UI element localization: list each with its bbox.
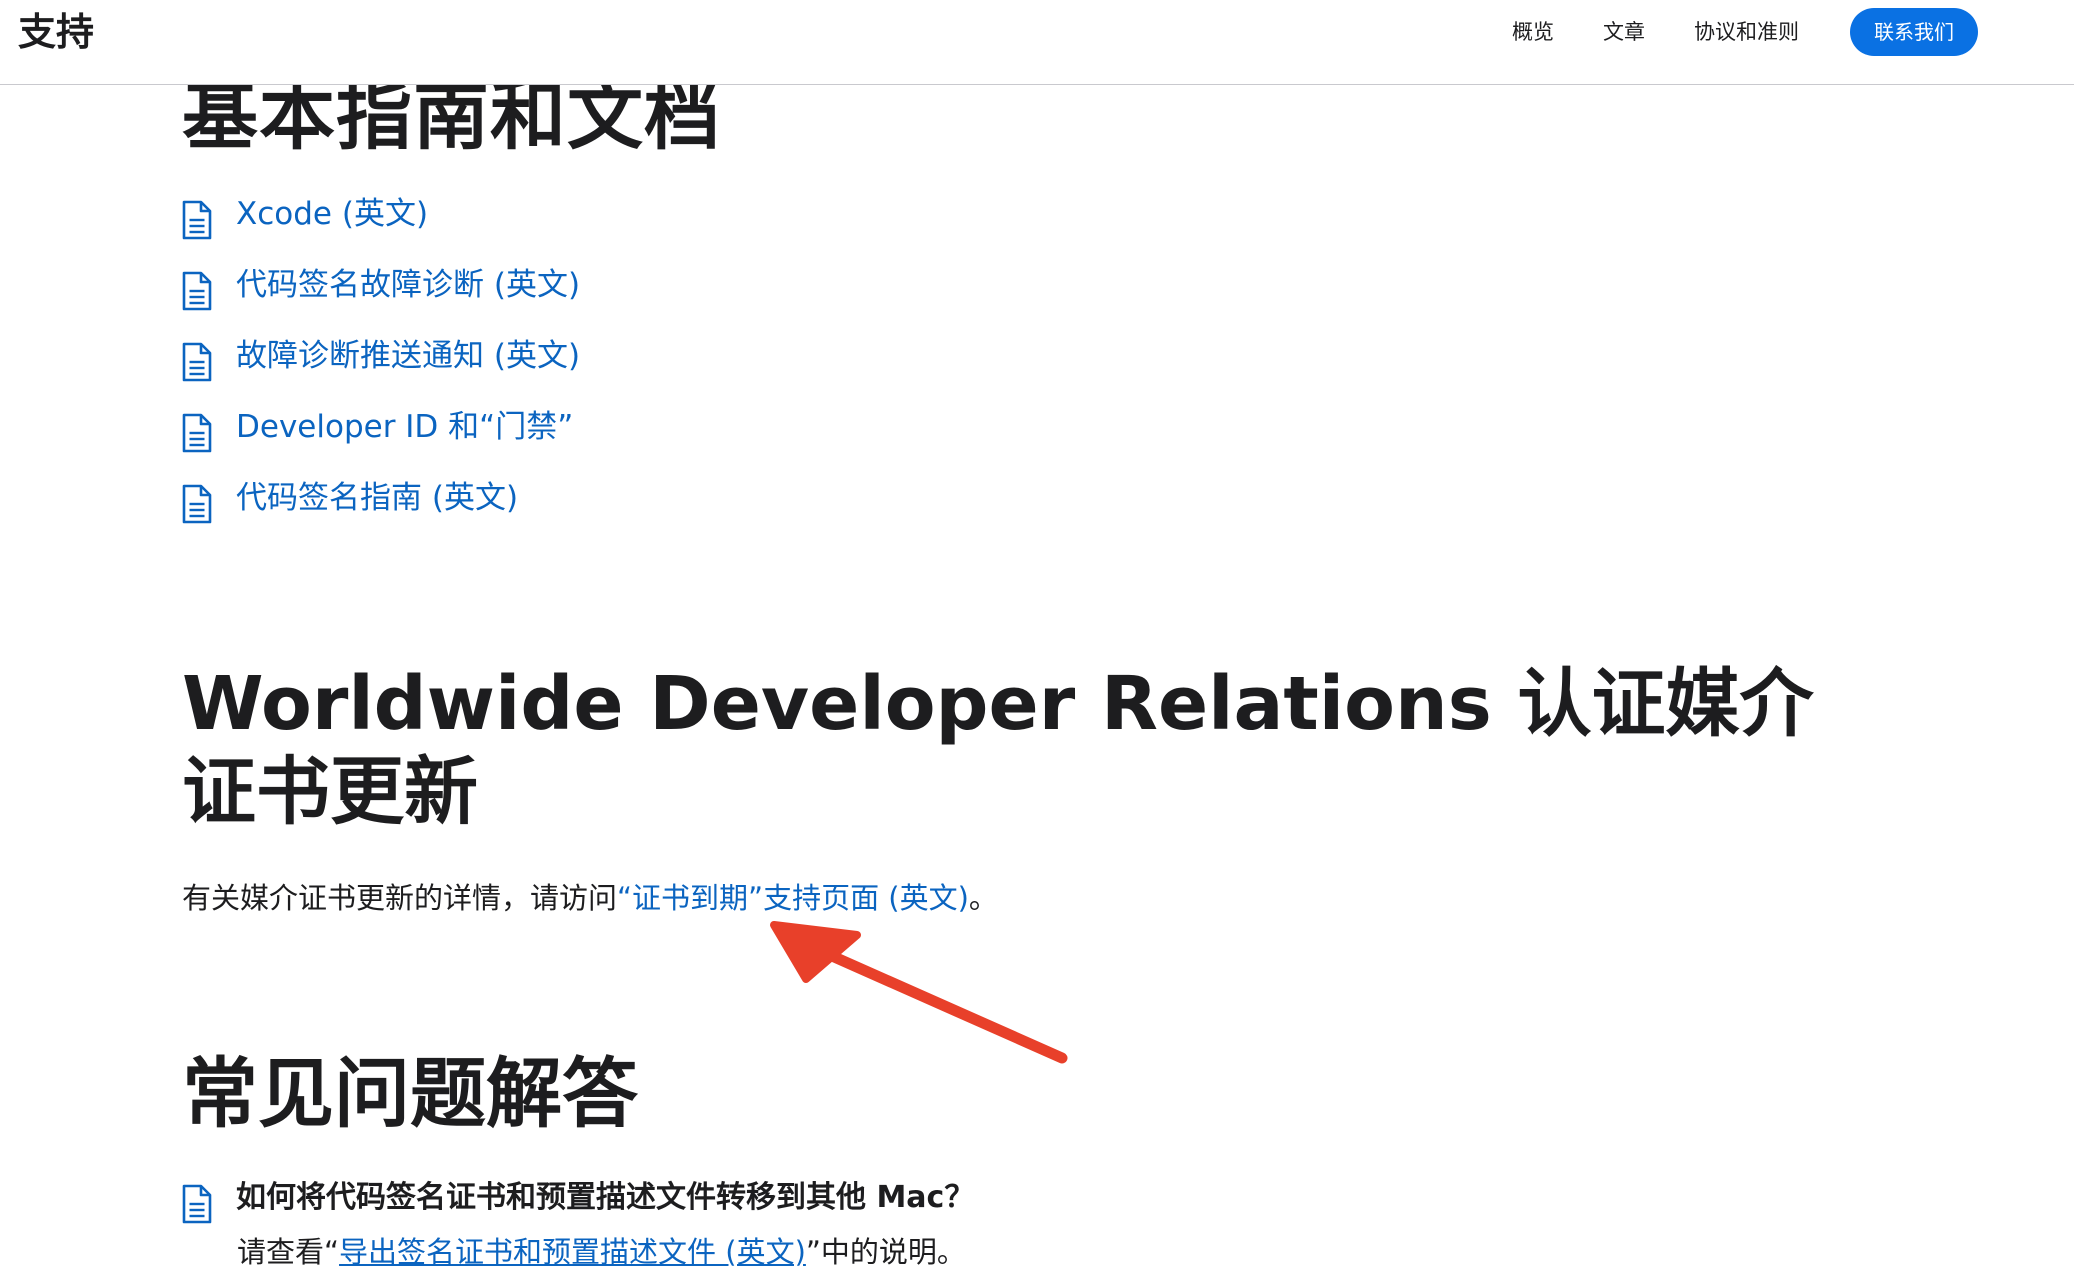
faq-section-title: 常见问题解答: [182, 1049, 638, 1138]
wwdr-text-before: 有关媒介证书更新的详情，请访问: [182, 881, 618, 915]
document-icon: [182, 484, 212, 524]
list-item: 代码签名故障诊断 (英文): [182, 259, 580, 330]
document-icon: [182, 413, 212, 453]
document-icon: [182, 200, 212, 240]
docs-list: Xcode (英文) 代码签名故障诊断 (英文) 故障诊断推送通知 (英文) D…: [182, 188, 580, 543]
faq-item: 如何将代码签名证书和预置描述文件转移到其他 Mac？: [182, 1172, 974, 1224]
wwdr-text-after: 。: [968, 881, 998, 915]
document-icon: [182, 271, 212, 311]
list-item: 故障诊断推送通知 (英文): [182, 330, 580, 401]
export-certificates-link[interactable]: 导出签名证书和预置描述文件 (英文): [339, 1235, 806, 1269]
list-item: Developer ID 和“门禁”: [182, 401, 580, 472]
doc-link-push-notifications[interactable]: 故障诊断推送通知 (英文): [236, 330, 580, 382]
nav-articles[interactable]: 文章: [1603, 0, 1645, 64]
global-header: 支持 概览 文章 协议和准则 联系我们: [0, 0, 2074, 85]
faq-answer-before: 请查看“: [237, 1235, 340, 1269]
doc-link-code-signing-troubleshooting[interactable]: 代码签名故障诊断 (英文): [236, 259, 580, 311]
list-item: 代码签名指南 (英文): [182, 472, 580, 543]
faq-answer: 请查看“导出签名证书和预置描述文件 (英文)”中的说明。: [237, 1226, 966, 1278]
faq-answer-after: ”中的说明。: [805, 1235, 966, 1269]
faq-question: 如何将代码签名证书和预置描述文件转移到其他 Mac？: [236, 1180, 975, 1215]
nav-overview[interactable]: 概览: [1512, 0, 1554, 64]
contact-us-button[interactable]: 联系我们: [1850, 8, 1978, 56]
wwdr-section-title: Worldwide Developer Relations 认证媒介证书更新: [182, 661, 1814, 835]
document-icon: [182, 342, 212, 382]
nav-agreements[interactable]: 协议和准则: [1694, 0, 1799, 64]
wwdr-paragraph: 有关媒介证书更新的详情，请访问“证书到期”支持页面 (英文)。: [182, 874, 998, 922]
brand-title[interactable]: 支持: [18, 8, 94, 56]
list-item: Xcode (英文): [182, 188, 580, 259]
doc-link-code-signing-guide[interactable]: 代码签名指南 (英文): [236, 472, 518, 524]
doc-link-xcode[interactable]: Xcode (英文): [236, 188, 428, 240]
doc-link-developer-id[interactable]: Developer ID 和“门禁”: [236, 401, 573, 453]
document-icon: [182, 1184, 212, 1224]
certificate-expiration-link[interactable]: “证书到期”支持页面 (英文): [617, 881, 969, 915]
